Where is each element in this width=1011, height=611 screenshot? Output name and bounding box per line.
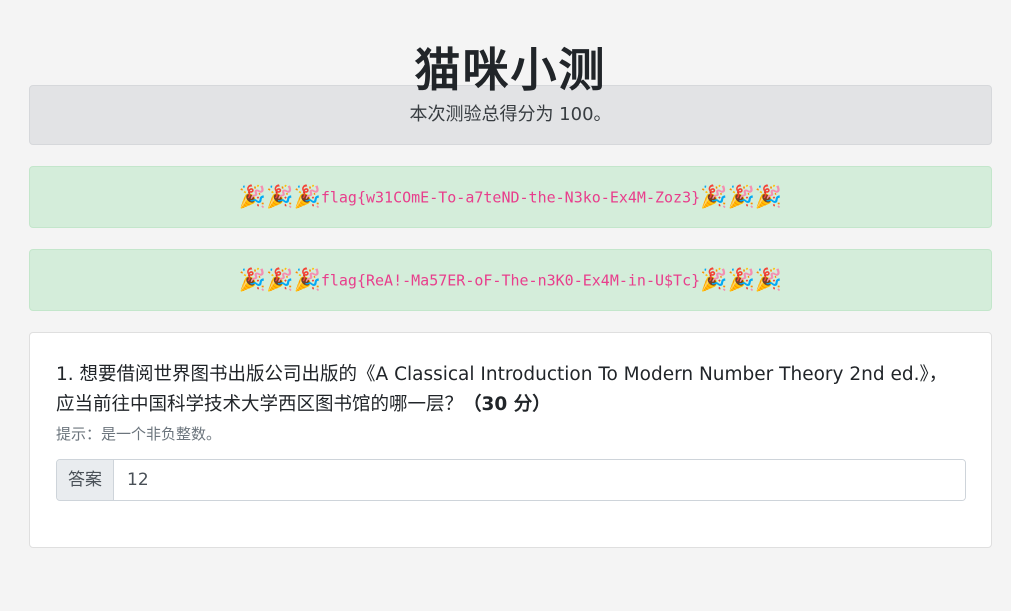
flag-alert-1: 🎉🎉🎉flag{w31COmE-To-a7teND-the-N3ko-Ex4M-… <box>29 166 992 228</box>
answer-input[interactable] <box>114 460 965 500</box>
party-popper-icon: 🎉🎉🎉 <box>238 267 321 293</box>
score-text: 本次测验总得分为 100。 <box>409 104 612 125</box>
score-alert: 本次测验总得分为 100。 <box>29 85 992 145</box>
answer-input-group: 答案 <box>56 459 966 501</box>
page-container: 猫咪小测 本次测验总得分为 100。 🎉🎉🎉flag{w31COmE-To-a7… <box>29 0 992 548</box>
answer-label: 答案 <box>57 460 114 500</box>
flag-text: flag{w31COmE-To-a7teND-the-N3ko-Ex4M-Zoz… <box>320 188 701 207</box>
question-card: 1. 想要借阅世界图书出版公司出版的《A Classical Introduct… <box>29 332 992 548</box>
flag-text: flag{ReA!-Ma57ER-oF-The-n3K0-Ex4M-in-U$T… <box>320 271 701 290</box>
party-popper-icon: 🎉🎉🎉 <box>700 184 783 210</box>
party-popper-icon: 🎉🎉🎉 <box>238 184 321 210</box>
page-title: 猫咪小测 <box>414 43 607 97</box>
question-hint: 提示：是一个非负整数。 <box>56 425 222 443</box>
flag-alert-2: 🎉🎉🎉flag{ReA!-Ma57ER-oF-The-n3K0-Ex4M-in-… <box>29 249 992 311</box>
question-points: （30 分） <box>463 394 551 415</box>
party-popper-icon: 🎉🎉🎉 <box>700 267 783 293</box>
question-text: 1. 想要借阅世界图书出版公司出版的《A Classical Introduct… <box>56 360 965 420</box>
